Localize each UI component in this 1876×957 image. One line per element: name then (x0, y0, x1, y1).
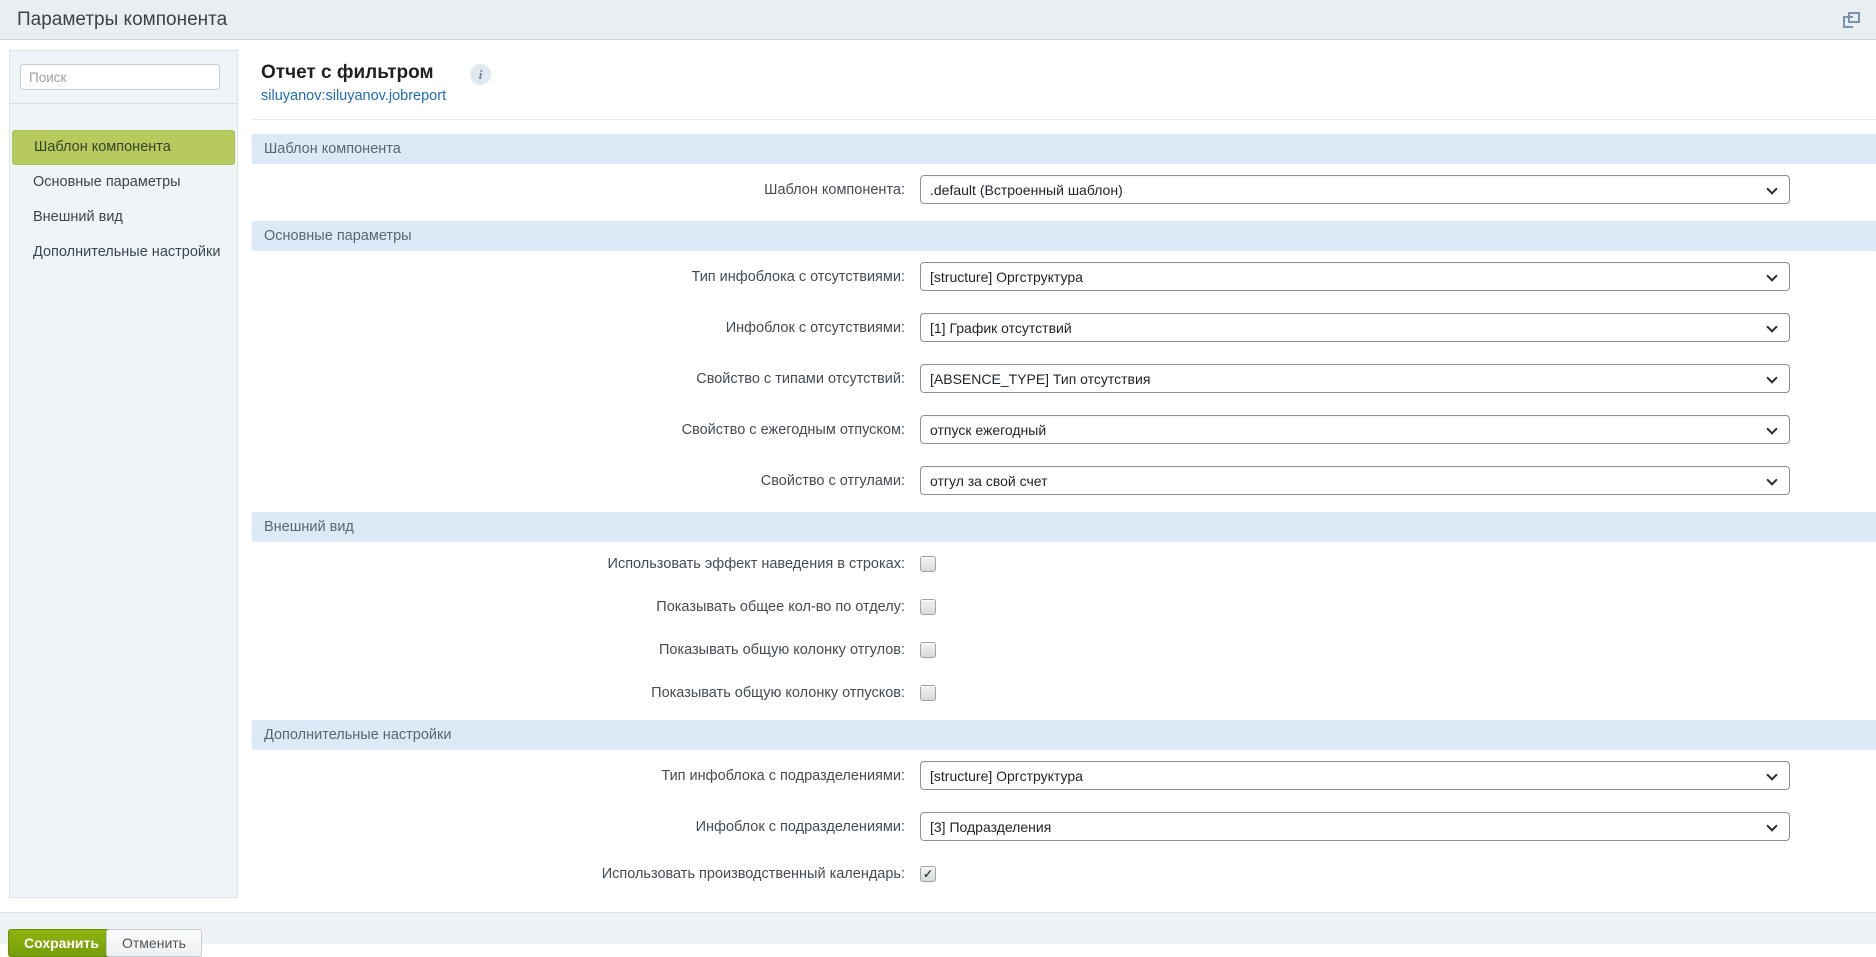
chevron-down-icon (1766, 183, 1777, 194)
select-field[interactable]: отпуск ежегодный (920, 415, 1790, 444)
checkbox[interactable] (920, 642, 936, 658)
checkbox[interactable] (920, 599, 936, 615)
field-label: Инфоблок с отсутствиями: (252, 320, 905, 336)
select-value: отпуск ежегодный (921, 422, 1046, 438)
field-label: Свойство с ежегодным отпуском: (252, 422, 905, 438)
sidebar-item[interactable]: Шаблон компонента (12, 130, 235, 165)
select-field[interactable]: [ABSENCE_TYPE] Тип отсутствия (920, 364, 1790, 393)
component-id-link[interactable]: siluyanov:siluyanov.jobreport (261, 88, 446, 104)
chevron-down-icon (1766, 769, 1777, 780)
select-value: [structure] Оргструктура (921, 269, 1083, 285)
sidebar-item[interactable]: Внешний вид (12, 200, 235, 235)
chevron-down-icon (1766, 474, 1777, 485)
select-value: [1] График отсутствий (921, 320, 1072, 336)
cancel-button[interactable]: Отменить (106, 929, 202, 957)
header-divider (252, 119, 1876, 120)
field-label: Свойство с типами отсутствий: (252, 371, 905, 387)
chevron-down-icon (1766, 270, 1777, 281)
component-header: Отчет с фильтром i siluyanov:siluyanov.j… (261, 62, 434, 84)
form-row: Показывать общую колонку отпусков: (252, 671, 1876, 714)
chevron-down-icon (1766, 372, 1777, 383)
section-header: Шаблон компонента (252, 134, 1876, 164)
form-row: Свойство с отгулами: отгул за свой счет (252, 455, 1876, 506)
dialog-title: Параметры компонента (17, 0, 227, 40)
select-value: отгул за свой счет (921, 473, 1048, 489)
form-row: Инфоблок с подразделениями: [3] Подраздел… (252, 801, 1876, 852)
select-value: [ABSENCE_TYPE] Тип отсутствия (921, 371, 1150, 387)
form-row: Свойство с ежегодным отпуском: отпуск еже… (252, 404, 1876, 455)
select-field[interactable]: [structure] Оргструктура (920, 262, 1790, 291)
form-row: Использовать эффект наведения в строках: (252, 542, 1876, 585)
form-row: Показывать общее кол-во по отделу: (252, 585, 1876, 628)
sidebar-item[interactable]: Дополнительные настройки (12, 235, 235, 270)
select-value: .default (Встроенный шаблон) (921, 182, 1123, 198)
checkbox[interactable] (920, 556, 936, 572)
component-title: Отчет с фильтром (261, 62, 434, 84)
info-icon[interactable]: i (470, 64, 491, 85)
form-row: Тип инфоблока с отсутствиями: [structure]… (252, 251, 1876, 302)
field-label: Показывать общее кол-во по отделу: (252, 599, 905, 615)
sidebar-item[interactable]: Основные параметры (12, 165, 235, 200)
dialog-titlebar: Параметры компонента (0, 0, 1876, 40)
section-header: Основные параметры (252, 221, 1876, 251)
checkbox[interactable] (920, 685, 936, 701)
select-field[interactable]: [3] Подразделения (920, 812, 1790, 841)
form-row: Использовать производственный календарь:… (252, 852, 1876, 895)
search-input[interactable] (20, 64, 220, 90)
form-row: Свойство с типами отсутствий: [ABSENCE_TY… (252, 353, 1876, 404)
field-label: Показывать общую колонку отгулов: (252, 642, 905, 658)
field-label: Тип инфоблока с отсутствиями: (252, 269, 905, 285)
select-field[interactable]: отгул за свой счет (920, 466, 1790, 495)
section-header: Внешний вид (252, 512, 1876, 542)
sidebar-search (10, 51, 237, 104)
select-field[interactable]: .default (Встроенный шаблон) (920, 175, 1790, 204)
field-label: Свойство с отгулами: (252, 473, 905, 489)
settings-sidebar: Шаблон компонентаОсновные параметрыВнешн… (9, 50, 238, 898)
dialog-footer: Сохранить Отменить (0, 912, 1876, 944)
select-value: [structure] Оргструктура (921, 768, 1083, 784)
field-label: Использовать производственный календарь: (252, 866, 905, 882)
sidebar-nav: Шаблон компонентаОсновные параметрыВнешн… (10, 130, 237, 270)
field-label: Тип инфоблока с подразделениями: (252, 768, 905, 784)
form-row: Шаблон компонента: .default (Встроенный ш… (252, 164, 1876, 215)
form-row: Инфоблок с отсутствиями: [1] График отсут… (252, 302, 1876, 353)
form-sections: Шаблон компонента Шаблон компонента: .defa… (252, 128, 1876, 895)
select-field[interactable]: [1] График отсутствий (920, 313, 1790, 342)
chevron-down-icon (1766, 820, 1777, 831)
select-value: [3] Подразделения (921, 819, 1051, 835)
field-label: Инфоблок с подразделениями: (252, 819, 905, 835)
section-header: Дополнительные настройки (252, 720, 1876, 750)
form-row: Тип инфоблока с подразделениями: [structu… (252, 750, 1876, 801)
restore-window-icon[interactable] (1848, 12, 1860, 23)
chevron-down-icon (1766, 423, 1777, 434)
field-label: Использовать эффект наведения в строках: (252, 556, 905, 572)
checkbox-checked[interactable]: ✓ (920, 866, 936, 882)
form-row: Показывать общую колонку отгулов: (252, 628, 1876, 671)
select-field[interactable]: [structure] Оргструктура (920, 761, 1790, 790)
save-button[interactable]: Сохранить (8, 929, 115, 957)
field-label: Показывать общую колонку отпусков: (252, 685, 905, 701)
field-label: Шаблон компонента: (252, 182, 905, 198)
chevron-down-icon (1766, 321, 1777, 332)
